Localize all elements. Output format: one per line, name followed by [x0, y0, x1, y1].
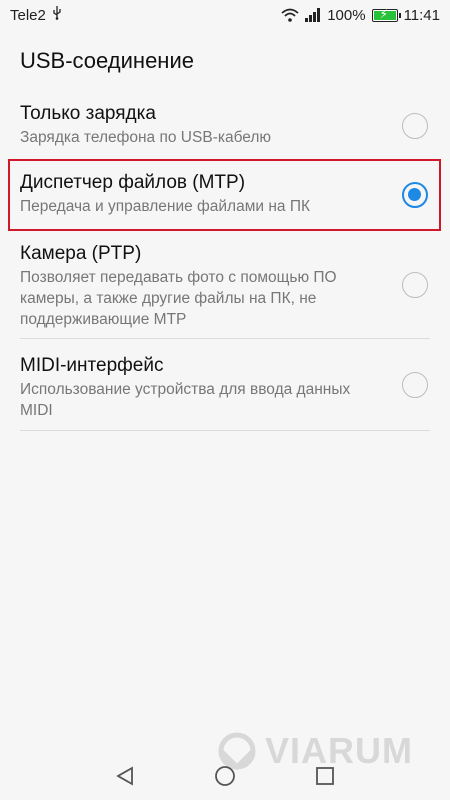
option-title: Диспетчер файлов (MTP) — [20, 172, 246, 193]
battery-percent: 100% — [327, 6, 366, 24]
radio-button[interactable] — [402, 272, 428, 298]
clock: 11:41 — [403, 6, 440, 24]
radio-button-selected[interactable] — [402, 182, 428, 208]
usb-icon — [52, 6, 62, 24]
option-charging-only[interactable]: Только зарядка Зарядка телефона по USB-к… — [20, 103, 430, 161]
home-icon[interactable] — [210, 761, 240, 791]
option-subtitle: Зарядка телефона по USB-кабелю — [20, 129, 272, 146]
option-subtitle: Позволяет передавать фото с помощью ПО к… — [20, 269, 337, 328]
status-bar: Tele2 100% ⚡ 11:41 — [0, 0, 450, 30]
option-midi-interface[interactable]: MIDI-интерфейс Использование устройства … — [20, 355, 430, 431]
option-title: MIDI-интерфейс — [20, 355, 164, 376]
option-title: Камера (PTP) — [20, 243, 142, 264]
back-icon[interactable] — [110, 761, 140, 791]
option-title: Только зарядка — [20, 103, 156, 124]
radio-button[interactable] — [402, 372, 428, 398]
page-title: USB-соединение — [20, 48, 194, 73]
signal-icon — [305, 8, 321, 22]
option-camera-ptp[interactable]: Камера (PTP) Позволяет передавать фото с… — [20, 243, 430, 339]
option-subtitle: Использование устройства для ввода данны… — [20, 381, 351, 419]
option-subtitle: Передача и управление файлами на ПК — [20, 198, 310, 215]
status-right: 100% ⚡ 11:41 — [281, 7, 440, 24]
recents-icon[interactable] — [310, 761, 340, 791]
option-file-manager-mtp[interactable]: Диспетчер файлов (MTP) Передача и управл… — [20, 172, 430, 230]
status-left: Tele2 — [10, 6, 62, 24]
carrier-label: Tele2 — [10, 6, 46, 24]
battery-charging-icon: ⚡ — [371, 7, 401, 22]
navigation-bar — [0, 752, 450, 800]
radio-button[interactable] — [402, 113, 428, 139]
wifi-icon — [281, 8, 299, 22]
